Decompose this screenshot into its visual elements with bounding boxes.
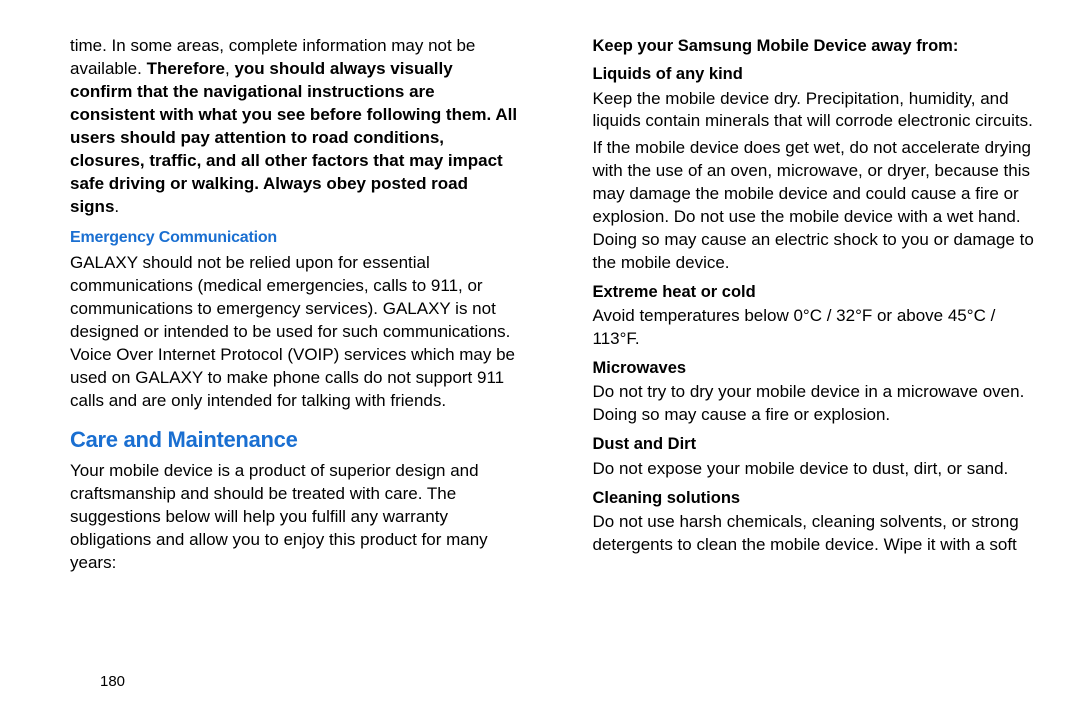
heading-cleaning: Cleaning solutions — [593, 487, 1041, 509]
right-column: Keep your Samsung Mobile Device away fro… — [568, 35, 1041, 700]
paragraph-microwaves: Do not try to dry your mobile device in … — [593, 381, 1041, 427]
paragraph-dust: Do not expose your mobile device to dust… — [593, 458, 1041, 481]
heading-microwaves: Microwaves — [593, 357, 1041, 379]
heading-liquids: Liquids of any kind — [593, 63, 1041, 85]
paragraph-liquids-1: Keep the mobile device dry. Precipitatio… — [593, 88, 1041, 134]
heading-keep-away: Keep your Samsung Mobile Device away fro… — [593, 35, 1041, 57]
page-number: 180 — [100, 672, 125, 692]
text-fragment: . — [114, 197, 119, 216]
top-paragraph: time. In some areas, complete informatio… — [70, 35, 518, 219]
text-fragment-bold: Therefore — [147, 59, 225, 78]
subheading-emergency: Emergency Communication — [70, 227, 518, 249]
paragraph-heat: Avoid temperatures below 0°C / 32°F or a… — [593, 305, 1041, 351]
section-heading-care: Care and Maintenance — [70, 425, 518, 455]
paragraph-emergency: GALAXY should not be relied upon for ess… — [70, 252, 518, 413]
heading-dust: Dust and Dirt — [593, 433, 1041, 455]
document-page: time. In some areas, complete informatio… — [0, 0, 1080, 720]
heading-heat: Extreme heat or cold — [593, 281, 1041, 303]
paragraph-liquids-2: If the mobile device does get wet, do no… — [593, 137, 1041, 275]
paragraph-care: Your mobile device is a product of super… — [70, 460, 518, 575]
text-fragment-bold: you should always visually confirm that … — [70, 59, 517, 216]
paragraph-cleaning: Do not use harsh chemicals, cleaning sol… — [593, 511, 1041, 557]
left-column: time. In some areas, complete informatio… — [40, 35, 518, 700]
